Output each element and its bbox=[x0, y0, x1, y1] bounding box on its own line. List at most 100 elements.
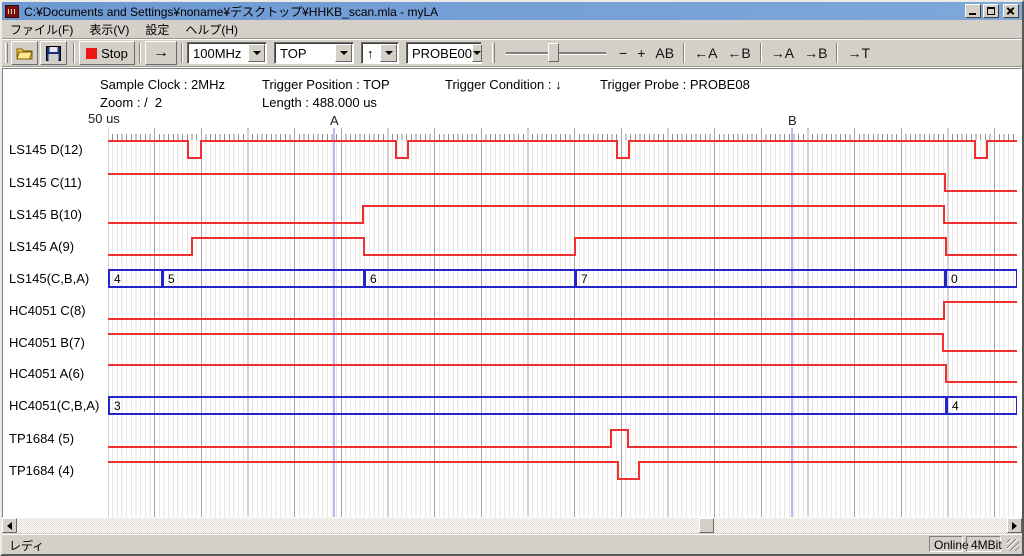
sample-clock-combo[interactable]: 100MHz bbox=[187, 42, 267, 64]
toolbar: Stop → 100MHz TOP ↑ PROBE00 − + AB ←A bbox=[2, 40, 1022, 67]
channel-label[interactable]: HC4051(C,B,A) bbox=[9, 398, 99, 413]
trigger-position-combo[interactable]: TOP bbox=[274, 42, 354, 64]
run-button[interactable]: → bbox=[145, 41, 177, 65]
bus-value: 5 bbox=[168, 272, 175, 286]
menu-file[interactable]: ファイル(F) bbox=[2, 19, 81, 40]
trigger-condition-info: Trigger Condition : ↓ bbox=[445, 77, 562, 92]
waveform-trace bbox=[108, 334, 1017, 351]
channel-label[interactable]: TP1684 (4) bbox=[9, 463, 74, 478]
waveform-trace bbox=[108, 430, 1017, 447]
right-arrow-icon bbox=[1012, 522, 1017, 530]
menu-bar: ファイル(F) 表示(V) 設定 ヘルプ(H) bbox=[2, 20, 1022, 39]
bus-value: 4 bbox=[114, 272, 121, 286]
bus-value: 4 bbox=[952, 399, 959, 413]
toolbar-grip bbox=[5, 43, 8, 63]
bus-segment bbox=[576, 270, 945, 287]
channel-label[interactable]: LS145(C,B,A) bbox=[9, 271, 89, 286]
channel-label[interactable]: LS145 D(12) bbox=[9, 142, 83, 157]
trigger-probe-combo[interactable]: PROBE00 bbox=[406, 42, 482, 64]
dropdown-arrow-icon[interactable] bbox=[248, 44, 265, 62]
zoom-out-button[interactable]: − bbox=[614, 43, 632, 63]
bus-value: 0 bbox=[951, 272, 958, 286]
title-bar: C:¥Documents and Settings¥noname¥デスクトップ¥… bbox=[2, 2, 1022, 20]
save-file-button[interactable] bbox=[40, 41, 67, 65]
scroll-left-button[interactable] bbox=[2, 518, 17, 533]
application-window: C:¥Documents and Settings¥noname¥デスクトップ¥… bbox=[0, 0, 1024, 556]
zoom-info: Zoom : / 2 bbox=[100, 95, 162, 110]
zoom-in-button[interactable]: + bbox=[632, 43, 650, 63]
bus-value: 6 bbox=[370, 272, 377, 286]
toolbar-separator bbox=[139, 43, 141, 63]
waveform-panel: Sample Clock : 2MHz Trigger Position : T… bbox=[2, 68, 1022, 518]
open-folder-icon bbox=[16, 46, 34, 60]
menu-help[interactable]: ヘルプ(H) bbox=[177, 19, 246, 40]
save-floppy-icon bbox=[46, 46, 61, 61]
status-bar: レディ Online 4MBit bbox=[2, 534, 1022, 553]
zoom-slider[interactable] bbox=[506, 42, 606, 64]
waveform-trace bbox=[108, 238, 1017, 255]
trigger-edge-value: ↑ bbox=[362, 46, 380, 61]
trigger-probe-info: Trigger Probe : PROBE08 bbox=[600, 77, 750, 92]
trigger-position-value: TOP bbox=[275, 46, 335, 61]
toolbar-separator bbox=[73, 43, 75, 63]
minimize-icon bbox=[969, 13, 976, 15]
dropdown-arrow-icon[interactable] bbox=[380, 44, 397, 62]
length-info: Length : 488.000 us bbox=[262, 95, 377, 110]
trigger-probe-value: PROBE00 bbox=[407, 46, 472, 61]
app-icon bbox=[5, 5, 19, 18]
stop-button[interactable]: Stop bbox=[79, 41, 135, 65]
sample-clock-value: 100MHz bbox=[188, 46, 248, 61]
maximize-button[interactable] bbox=[983, 4, 999, 18]
stop-square-icon bbox=[86, 48, 97, 59]
trigger-edge-combo[interactable]: ↑ bbox=[361, 42, 399, 64]
toolbar-separator bbox=[760, 43, 762, 63]
marker-label-b[interactable]: B bbox=[788, 113, 797, 128]
zoom-slider-thumb[interactable] bbox=[548, 43, 559, 62]
maximize-icon bbox=[987, 7, 995, 15]
scrollbar-thumb[interactable] bbox=[699, 518, 714, 533]
dropdown-arrow-icon[interactable] bbox=[472, 44, 482, 62]
status-online-cell: Online bbox=[929, 536, 963, 552]
menu-view[interactable]: 表示(V) bbox=[81, 19, 137, 40]
toolbar-grip bbox=[492, 43, 495, 63]
marker-label-a[interactable]: A bbox=[330, 113, 339, 128]
marker-b-left-button[interactable]: ←B bbox=[722, 43, 755, 63]
marker-a-right-button[interactable]: →A bbox=[766, 43, 799, 63]
channel-label[interactable]: TP1684 (5) bbox=[9, 431, 74, 446]
close-button[interactable] bbox=[1003, 4, 1019, 18]
waveform-trace bbox=[108, 302, 1017, 319]
menu-settings[interactable]: 設定 bbox=[137, 19, 177, 40]
channel-label[interactable]: HC4051 B(7) bbox=[9, 335, 85, 350]
minimize-button[interactable] bbox=[965, 4, 981, 18]
marker-b-right-button[interactable]: →B bbox=[799, 43, 832, 63]
waveform-trace bbox=[108, 365, 1017, 382]
channel-label[interactable]: LS145 C(11) bbox=[9, 175, 82, 190]
channel-label[interactable]: LS145 A(9) bbox=[9, 239, 74, 254]
waveform-trace bbox=[108, 462, 1017, 479]
waveform-trace bbox=[108, 141, 1017, 158]
open-file-button[interactable] bbox=[11, 41, 38, 65]
scroll-right-button[interactable] bbox=[1007, 518, 1022, 533]
stop-label: Stop bbox=[101, 46, 128, 61]
toolbar-separator bbox=[683, 43, 685, 63]
waveform-trace bbox=[108, 174, 1017, 191]
toolbar-separator bbox=[181, 43, 183, 63]
dropdown-arrow-icon[interactable] bbox=[335, 44, 352, 62]
channel-label[interactable]: LS145 B(10) bbox=[9, 207, 82, 222]
left-arrow-icon bbox=[7, 522, 12, 530]
ab-button[interactable]: AB bbox=[650, 43, 679, 63]
waveform-trace bbox=[108, 206, 1017, 223]
sample-clock-info: Sample Clock : 2MHz bbox=[100, 77, 225, 92]
waveform-plot[interactable]: 4567034 bbox=[108, 128, 1017, 517]
status-ready-text: レディ bbox=[9, 537, 44, 554]
trigger-position-info: Trigger Position : TOP bbox=[262, 77, 390, 92]
resize-grip-icon[interactable] bbox=[1007, 539, 1019, 551]
channel-label[interactable]: HC4051 A(6) bbox=[9, 366, 84, 381]
bus-value: 7 bbox=[581, 272, 588, 286]
bus-segment bbox=[365, 270, 575, 287]
channel-label[interactable]: HC4051 C(8) bbox=[9, 303, 86, 318]
goto-trigger-button[interactable]: →T bbox=[842, 43, 875, 63]
timebase-label: 50 us bbox=[88, 111, 120, 126]
marker-a-left-button[interactable]: ←A bbox=[689, 43, 722, 63]
horizontal-scrollbar[interactable] bbox=[2, 518, 1022, 533]
